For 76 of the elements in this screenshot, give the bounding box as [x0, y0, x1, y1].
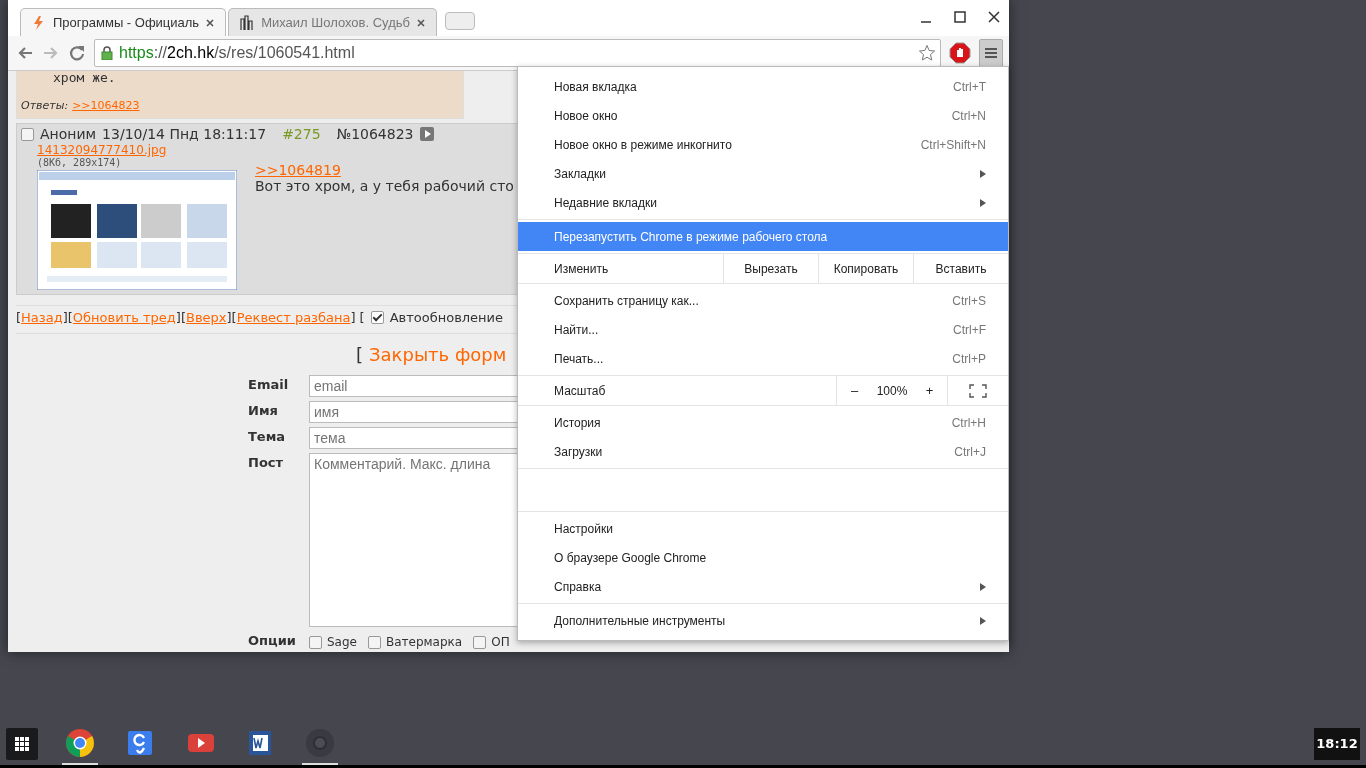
post-date: 13/10/14 Пнд 18:11:17	[102, 126, 267, 142]
stop-hand-icon[interactable]	[949, 42, 971, 64]
menu-label: Изменить	[554, 260, 610, 278]
maximize-icon[interactable]	[953, 10, 967, 24]
app-launcher-button[interactable]	[6, 727, 38, 760]
replies-label: Ответы:	[21, 99, 69, 112]
field-label: Имя	[248, 402, 279, 418]
option-label: Ватермарка	[386, 635, 463, 649]
grid-icon[interactable]	[15, 736, 29, 751]
menu-item[interactable]: Найти... Ctrl+F	[518, 315, 1008, 344]
close-icon[interactable]	[987, 10, 1001, 24]
address-bar[interactable]: https://2ch.hk/s/res/1060541.html	[94, 39, 941, 67]
menu-icon[interactable]	[984, 46, 998, 60]
option-checkbox[interactable]	[473, 635, 487, 649]
shortcut-text: Ctrl+J	[954, 444, 986, 459]
bracket-text: [	[356, 344, 364, 365]
post-text: хром же.	[52, 71, 116, 85]
menu-item[interactable]: Перезапустить Chrome в режиме рабочего стола	[518, 222, 1008, 251]
close-icon[interactable]	[415, 17, 426, 28]
post-number: #275	[282, 126, 321, 142]
chrome-icon[interactable]	[65, 727, 95, 758]
reload-icon[interactable]	[68, 44, 86, 62]
bracket-text: ][	[62, 310, 73, 325]
bracket-text: [	[16, 310, 22, 325]
autoupdate-label: Автообновление	[389, 310, 504, 325]
clock[interactable]: 18:12	[1314, 727, 1360, 760]
zoom-value: 100%	[875, 382, 909, 400]
menu-item[interactable]: Новая вкладка Ctrl+T	[518, 72, 1008, 101]
shortcut-text: Ctrl+F	[953, 322, 986, 337]
option-checkbox[interactable]	[309, 635, 322, 649]
shortcut-text: Ctrl+Shift+N	[920, 137, 986, 152]
play-icon[interactable]	[419, 127, 434, 141]
star-icon[interactable]	[918, 44, 936, 62]
bracket-text: ][	[226, 310, 237, 325]
file-info: (8Кб, 289x174)	[37, 157, 123, 168]
menu-item[interactable]: Новое окно в режиме инкогнито Ctrl+Shift+N	[518, 130, 1008, 159]
menu-item[interactable]: Сохранить страницу как... Ctrl+S	[518, 286, 1008, 315]
submenu-arrow-icon[interactable]	[980, 582, 986, 591]
menu-item[interactable]: Печать... Ctrl+P	[518, 344, 1008, 373]
field-label: Пост	[248, 454, 285, 470]
fullscreen-icon[interactable]	[969, 383, 987, 398]
autoupdate-checkbox[interactable]	[370, 311, 384, 324]
url-text: https://2ch.hk/s/res/1060541.html	[119, 44, 356, 62]
submenu-arrow-icon[interactable]	[980, 169, 986, 178]
post-id[interactable]: №1064823	[336, 126, 414, 142]
lock-icon[interactable]	[101, 46, 113, 60]
submenu-arrow-icon[interactable]	[980, 616, 986, 625]
field-label: Тема	[248, 428, 287, 444]
shortcut-text: Ctrl+T	[953, 79, 986, 94]
post-checkbox[interactable]	[21, 127, 34, 141]
menu-item[interactable]: Недавние вкладки	[518, 188, 1008, 217]
bracket-text: ][	[175, 310, 186, 325]
shortcut-text: Ctrl+S	[952, 293, 986, 308]
edit-button[interactable]: Вставить	[913, 254, 1008, 283]
shortcut-text: Ctrl+N	[951, 108, 986, 123]
option-label: Sage	[327, 635, 357, 649]
menu-item[interactable]: Закладки	[518, 159, 1008, 188]
menu-button[interactable]	[979, 39, 1003, 67]
browser-tab[interactable]: Программы - Официаль	[20, 8, 227, 36]
building-icon[interactable]	[239, 14, 256, 31]
option-checkbox[interactable]	[368, 635, 381, 649]
menu-item[interactable]: Новое окно Ctrl+N	[518, 101, 1008, 130]
bracket-text: ]	[350, 310, 356, 325]
close-icon[interactable]	[205, 17, 216, 28]
shortcut-text: Ctrl+P	[952, 351, 986, 366]
bracket-text: [	[359, 310, 365, 325]
field-label: Опции	[248, 632, 297, 648]
poster-name: Аноним	[40, 126, 97, 142]
post-text: Вот это хром, а у тебя рабочий сто	[255, 178, 514, 194]
option-label: ОП	[491, 635, 510, 649]
submenu-arrow-icon[interactable]	[980, 198, 986, 207]
browser-tab[interactable]: Михаил Шолохов. Судьб	[228, 8, 437, 36]
field-label: Email	[248, 376, 290, 392]
shortcut-text: Ctrl+H	[951, 415, 986, 430]
thumbnail-image[interactable]	[37, 170, 237, 290]
menu-label: Масштаб	[554, 382, 607, 400]
